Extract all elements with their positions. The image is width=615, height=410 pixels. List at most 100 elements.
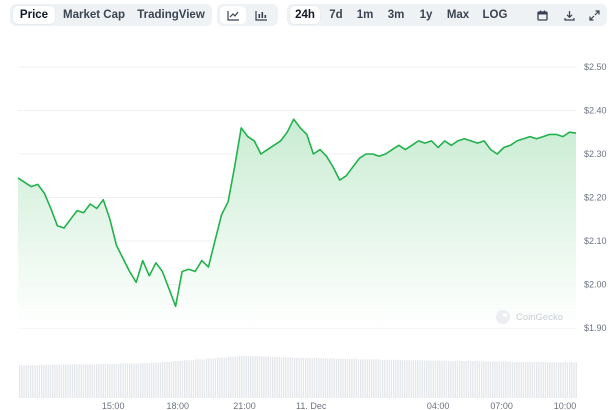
- volume-bar: [300, 357, 302, 398]
- volume-bar: [498, 361, 500, 398]
- volume-bar: [494, 361, 496, 398]
- volume-bar: [214, 358, 217, 398]
- volume-bar: [96, 363, 98, 398]
- volume-bar: [562, 362, 564, 398]
- volume-bar: [377, 359, 379, 398]
- volume-bar: [476, 361, 478, 398]
- volume-bar: [558, 362, 560, 398]
- volume-bar: [335, 358, 338, 398]
- volume-bar: [236, 356, 239, 398]
- x-tick-label: 10:00: [554, 401, 577, 410]
- volume-bar: [184, 360, 186, 398]
- volume-bar: [91, 364, 93, 398]
- volume-bar: [536, 361, 538, 398]
- volume-bar: [529, 361, 531, 398]
- volume-bar: [98, 363, 100, 398]
- volume-bar: [478, 361, 481, 398]
- volume-bar: [245, 356, 247, 398]
- volume-bar: [69, 364, 71, 398]
- volume-bar: [327, 358, 329, 398]
- volume-bar: [316, 358, 318, 398]
- volume-bar: [278, 356, 280, 398]
- volume-bar: [351, 358, 353, 398]
- volume-bar: [168, 361, 170, 398]
- volume-bar: [250, 356, 252, 398]
- volume-bar: [355, 358, 357, 398]
- volume-bar: [47, 364, 49, 398]
- volume-bar: [520, 361, 522, 398]
- volume-bar: [173, 361, 175, 398]
- volume-bar: [38, 365, 41, 398]
- volume-bar: [472, 361, 474, 398]
- volume-bar: [197, 359, 199, 398]
- volume-bar: [23, 365, 25, 398]
- volume-bar: [170, 361, 173, 398]
- volume-bar: [382, 359, 384, 398]
- coingecko-logo-eye: [503, 313, 507, 317]
- volume-bar: [162, 361, 164, 398]
- volume-bar: [375, 359, 377, 398]
- volume-bar: [360, 359, 362, 398]
- y-tick-label: $2.10: [584, 236, 607, 246]
- y-axis-labels: $2.50 $2.40 $2.30 $2.20 $2.10 $2.00 $1.90: [584, 62, 607, 333]
- volume-bar: [144, 363, 146, 398]
- volume-bar: [320, 358, 322, 398]
- volume-bar: [19, 365, 21, 398]
- volume-bar: [206, 358, 208, 398]
- volume-bar: [274, 356, 276, 398]
- volume-bar: [518, 361, 520, 398]
- volume-bar: [487, 361, 489, 398]
- volume-bar: [333, 358, 335, 398]
- volume-bar: [516, 361, 518, 398]
- volume-bar: [58, 364, 60, 398]
- volume-bar: [340, 358, 342, 398]
- volume-bar: [142, 363, 144, 398]
- volume-bar: [166, 361, 168, 398]
- volume-bar: [74, 364, 76, 398]
- volume-bar: [575, 362, 577, 398]
- volume-bar: [287, 357, 289, 398]
- volume-bar: [153, 362, 155, 398]
- volume-bar: [85, 364, 87, 398]
- volume-bar: [21, 365, 23, 398]
- volume-bar: [294, 357, 296, 398]
- volume-bar: [467, 361, 470, 398]
- volume-bar: [338, 358, 340, 398]
- volume-bar: [439, 360, 441, 398]
- volume-bar: [432, 360, 434, 398]
- volume-bar: [401, 360, 404, 398]
- y-tick-label: $2.00: [584, 280, 607, 290]
- volume-bar: [129, 363, 131, 398]
- x-tick-label: 21:00: [233, 401, 256, 410]
- volume-bar: [503, 361, 505, 398]
- volume-bar: [390, 359, 393, 398]
- volume-bar: [265, 356, 267, 398]
- volume-bar: [533, 361, 536, 398]
- volume-bar: [146, 363, 148, 398]
- volume-bar: [120, 363, 122, 398]
- volume-bar: [298, 357, 300, 398]
- volume-bar: [492, 361, 494, 398]
- price-chart[interactable]: $2.50 $2.40 $2.30 $2.20 $2.10 $2.00 $1.90 15:0…: [0, 0, 615, 410]
- volume-bar: [49, 364, 52, 398]
- volume-bar: [412, 360, 415, 398]
- volume-bar: [155, 362, 157, 398]
- volume-bar: [107, 363, 109, 398]
- volume-bar: [428, 360, 430, 398]
- volume-bar: [241, 356, 243, 398]
- volume-bar: [195, 359, 197, 398]
- volume-bar: [527, 361, 529, 398]
- volume-bar: [52, 364, 54, 398]
- volume-bar: [349, 358, 351, 398]
- volume-bar: [41, 364, 43, 398]
- volume-bar: [283, 357, 285, 398]
- volume-bar: [30, 365, 32, 398]
- volume-bar: [232, 356, 234, 398]
- volume-bar: [445, 361, 448, 398]
- volume-bar: [544, 362, 547, 398]
- volume-bar: [111, 363, 113, 398]
- volume-bar: [384, 359, 386, 398]
- volume-bar: [368, 359, 371, 398]
- volume-bar: [181, 361, 184, 398]
- watermark-text: CoinGecko: [516, 312, 563, 323]
